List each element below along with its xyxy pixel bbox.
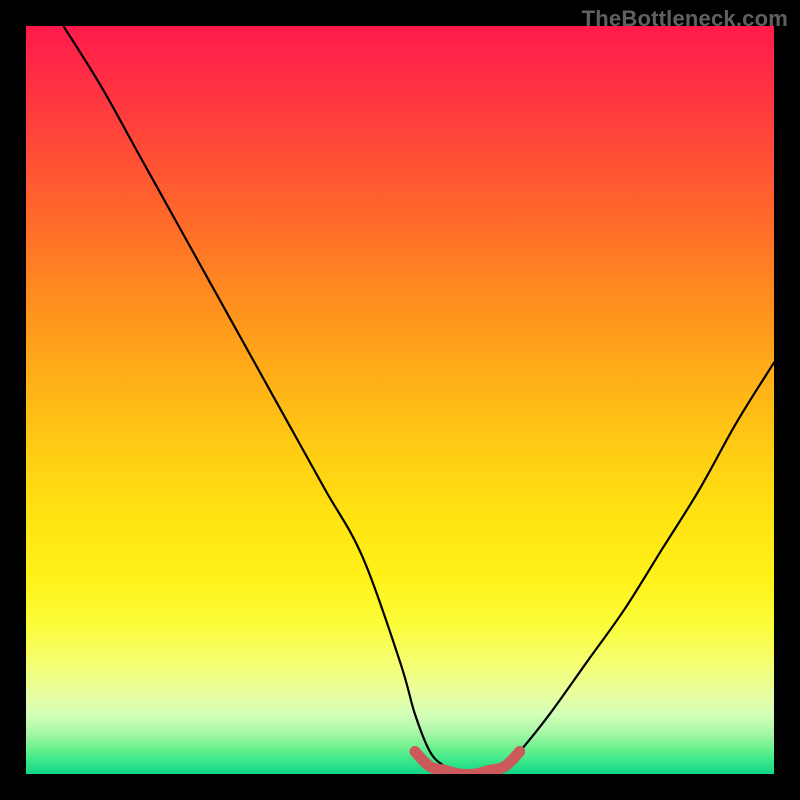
optimal-band-path [415, 752, 520, 774]
bottleneck-chart: TheBottleneck.com [0, 0, 800, 800]
watermark-text: TheBottleneck.com [582, 6, 788, 32]
curve-svg [26, 26, 774, 774]
bottleneck-curve-path [63, 26, 774, 774]
plot-area [26, 26, 774, 774]
